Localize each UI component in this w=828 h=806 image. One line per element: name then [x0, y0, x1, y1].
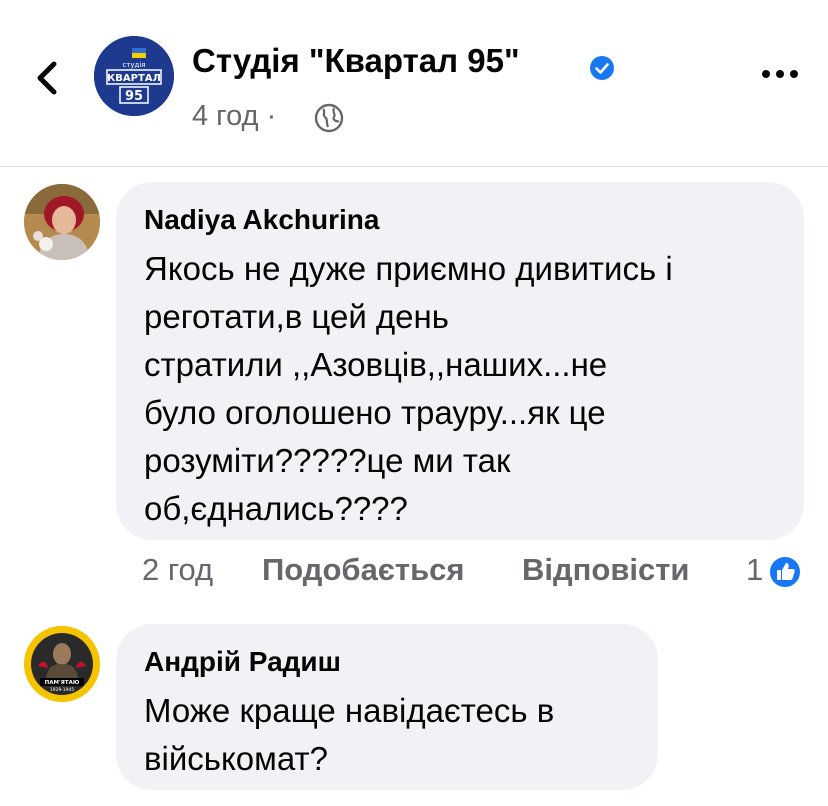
comment-text-line: об,єднались???? — [144, 490, 408, 527]
comment-text-line: реготати,в цей день — [144, 298, 449, 335]
comment-text-line: було оголошено трауру...як це — [144, 394, 606, 431]
post-time[interactable]: 4 год — [192, 100, 259, 132]
comment-text-line: військомат? — [144, 740, 328, 777]
avatar-years: 1929-1945 — [50, 687, 75, 693]
avatar-caption: ПАМ'ЯТАЮ — [45, 680, 80, 686]
comment-time[interactable]: 2 год — [142, 552, 213, 588]
more-icon[interactable] — [758, 66, 802, 82]
reply-button[interactable]: Відповісти — [522, 552, 690, 588]
commenter-avatar[interactable] — [24, 184, 100, 260]
comment-text-line: розуміти?????це ми так — [144, 442, 511, 479]
logo-num-text: 95 — [125, 89, 143, 104]
like-reaction-icon[interactable] — [768, 555, 802, 589]
header-divider — [0, 166, 828, 167]
avatar-photo-icon — [24, 184, 100, 260]
comment-text-line: Якось не дуже приємно дивитись і — [144, 250, 673, 287]
kvartal-logo-icon: студія КВАРТАЛ 95 — [94, 36, 174, 116]
comment-text-line: стратили ,,Азовців,,наших...не — [144, 346, 608, 383]
post-meta: 4 год · — [192, 100, 276, 133]
like-button[interactable]: Подобається — [262, 552, 465, 588]
commenter-avatar[interactable]: ПАМ'ЯТАЮ 1929-1945 — [24, 626, 100, 702]
post-header: студія КВАРТАЛ 95 Студія "Квартал 95" 4 … — [0, 0, 828, 166]
logo-top-text: студія — [122, 61, 145, 69]
logo-mid-text: КВАРТАЛ — [107, 73, 161, 84]
meta-separator: · — [266, 100, 277, 132]
page-name[interactable]: Студія "Квартал 95" — [192, 42, 520, 80]
comment-author[interactable]: Nadiya Akchurina — [144, 204, 379, 236]
globe-icon — [314, 103, 344, 133]
verified-badge-icon — [590, 56, 614, 80]
comment-author[interactable]: Андрій Радиш — [144, 646, 341, 678]
reaction-count[interactable]: 1 — [746, 552, 763, 588]
comment-text-line: Може краще навідаєтесь в — [144, 692, 555, 729]
page-logo-avatar[interactable]: студія КВАРТАЛ 95 — [94, 36, 174, 116]
back-chevron-icon[interactable] — [28, 52, 68, 100]
avatar-memorial-icon: ПАМ'ЯТАЮ 1929-1945 — [24, 626, 100, 702]
